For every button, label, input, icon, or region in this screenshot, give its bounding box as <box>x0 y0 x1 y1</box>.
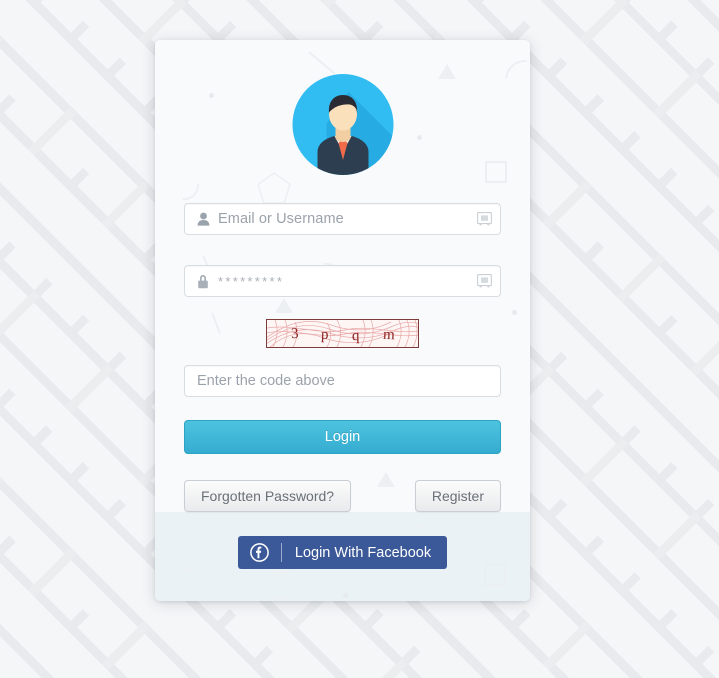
forgotten-password-label: Forgotten Password? <box>201 488 335 504</box>
facebook-login-label: Login With Facebook <box>294 544 432 561</box>
password-value: ********* <box>218 274 285 288</box>
login-card: Email or Username ********* 3 p q m Ente… <box>155 40 530 601</box>
username-placeholder: Email or Username <box>218 211 344 227</box>
register-label: Register <box>431 488 484 504</box>
register-button[interactable]: Register <box>414 480 501 512</box>
captcha-char: p <box>321 326 330 344</box>
secondary-actions-row: Forgotten Password? Register <box>184 480 501 512</box>
facebook-login-row: Login With Facebook <box>155 536 530 569</box>
captcha-input[interactable]: Enter the code above <box>184 365 501 397</box>
user-icon <box>196 211 210 227</box>
username-field[interactable]: Email or Username <box>184 203 501 235</box>
captcha-input-placeholder: Enter the code above <box>197 373 335 389</box>
facebook-login-button[interactable]: Login With Facebook <box>237 536 448 569</box>
captcha-char: 3 <box>290 325 299 343</box>
captcha-row: 3 p q m <box>184 319 501 349</box>
lock-icon <box>196 273 210 289</box>
keychain-badge-icon[interactable] <box>477 274 492 288</box>
captcha-image[interactable]: 3 p q m <box>266 319 419 348</box>
keychain-badge-icon[interactable] <box>477 212 492 226</box>
facebook-circle-icon <box>250 543 269 562</box>
forgotten-password-button[interactable]: Forgotten Password? <box>184 480 352 512</box>
captcha-char: m <box>382 326 395 344</box>
captcha-characters: 3 p q m <box>267 320 418 347</box>
password-field[interactable]: ********* <box>184 265 501 297</box>
captcha-char: q <box>351 327 360 345</box>
login-button[interactable]: Login <box>184 420 501 454</box>
login-form: Email or Username ********* 3 p q m Ente… <box>184 203 501 512</box>
user-avatar-businessman-icon <box>292 74 393 175</box>
login-button-label: Login <box>324 429 361 445</box>
facebook-divider <box>280 543 282 562</box>
avatar <box>292 74 393 175</box>
